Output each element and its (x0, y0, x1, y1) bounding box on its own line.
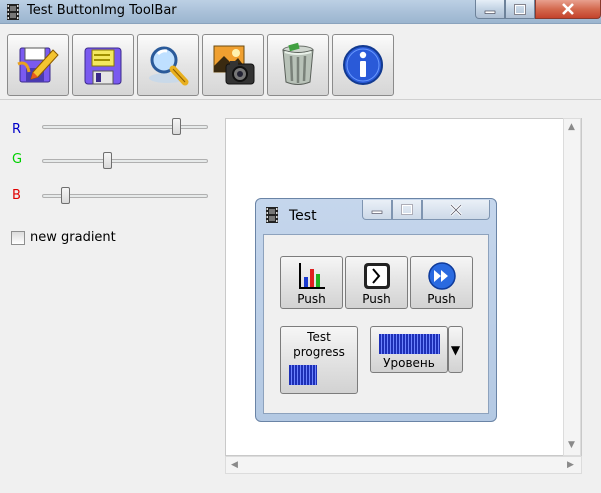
push-button-label: Push (362, 292, 391, 306)
push-button-chart[interactable]: Push (280, 256, 343, 309)
toolbar (0, 24, 601, 100)
level-dropdown-button[interactable]: ▼ (448, 326, 463, 373)
edit-icon (17, 47, 59, 83)
toolbar-save-button[interactable] (72, 34, 134, 96)
toolbar-delete-button[interactable] (267, 34, 329, 96)
scroll-left-arrow-icon[interactable]: ◀ (231, 460, 238, 470)
slider-r-label: R (12, 122, 22, 137)
title-bar[interactable]: Test ButtonImg ToolBar (0, 0, 601, 24)
slider-g-thumb[interactable] (103, 152, 113, 169)
push-button-label: Push (297, 292, 326, 306)
test-progress-bar (289, 365, 317, 385)
toolbar-photo-button[interactable] (202, 34, 264, 96)
maximize-icon (514, 3, 526, 15)
chevron-down-icon: ▼ (450, 342, 461, 357)
save-icon (84, 47, 122, 85)
push-button-forward[interactable]: Push (410, 256, 473, 309)
main-window: Test ButtonImg ToolBar R G B new gradien… (0, 0, 601, 493)
new-gradient-label[interactable]: new gradient (30, 230, 116, 245)
scroll-right-arrow-icon[interactable]: ▶ (567, 460, 574, 470)
slider-r-track[interactable] (42, 125, 208, 129)
test-progress-button[interactable]: Test progress (280, 326, 358, 394)
new-gradient-checkbox[interactable] (11, 231, 25, 245)
maximize-button[interactable] (505, 0, 535, 19)
slider-r-thumb[interactable] (172, 118, 182, 135)
toolbar-search-button[interactable] (137, 34, 199, 96)
info-icon (343, 45, 383, 85)
minimize-button[interactable] (475, 0, 505, 19)
film-app-icon (266, 207, 278, 223)
slider-b-label: B (12, 188, 21, 203)
vertical-scrollbar[interactable]: ▲ ▼ (563, 118, 581, 456)
minimize-icon (484, 10, 496, 14)
horizontal-scrollbar[interactable]: ◀ ▶ (225, 456, 582, 474)
child-window-title: Test (289, 208, 317, 224)
test-child-window[interactable]: Test Push Push Push Test progress Уровен… (255, 198, 497, 422)
test-progress-label: Test progress (293, 330, 345, 359)
level-progress-bar (379, 334, 440, 354)
level-button[interactable]: Уровень (370, 326, 448, 373)
slider-b-thumb[interactable] (60, 187, 70, 204)
child-client-area: Push Push Push Test progress Уровень ▼ (263, 234, 489, 414)
clock-icon (364, 263, 390, 289)
toolbar-info-button[interactable] (332, 34, 394, 96)
scroll-down-arrow-icon[interactable]: ▼ (568, 440, 575, 450)
push-button-clock[interactable]: Push (345, 256, 408, 309)
minimize-icon (371, 210, 383, 214)
close-icon (562, 3, 574, 15)
toolbar-edit-button[interactable] (7, 34, 69, 96)
trash-icon (282, 42, 314, 85)
child-close-button[interactable] (422, 200, 490, 220)
film-app-icon (7, 4, 19, 20)
window-title: Test ButtonImg ToolBar (27, 3, 177, 18)
status-bar (0, 474, 601, 493)
close-icon (450, 203, 462, 216)
close-button[interactable] (535, 0, 601, 19)
level-label: Уровень (383, 356, 435, 370)
child-minimize-button[interactable] (362, 200, 392, 220)
fast-forward-icon (428, 262, 456, 290)
scroll-up-arrow-icon[interactable]: ▲ (568, 122, 575, 132)
bar-chart-icon (299, 263, 325, 289)
slider-g-label: G (12, 152, 23, 167)
slider-g-track[interactable] (42, 159, 208, 163)
maximize-icon (401, 204, 413, 215)
magnifier-icon (149, 46, 189, 86)
camera-icon (213, 45, 255, 85)
child-maximize-button[interactable] (392, 200, 422, 220)
push-button-label: Push (427, 292, 456, 306)
